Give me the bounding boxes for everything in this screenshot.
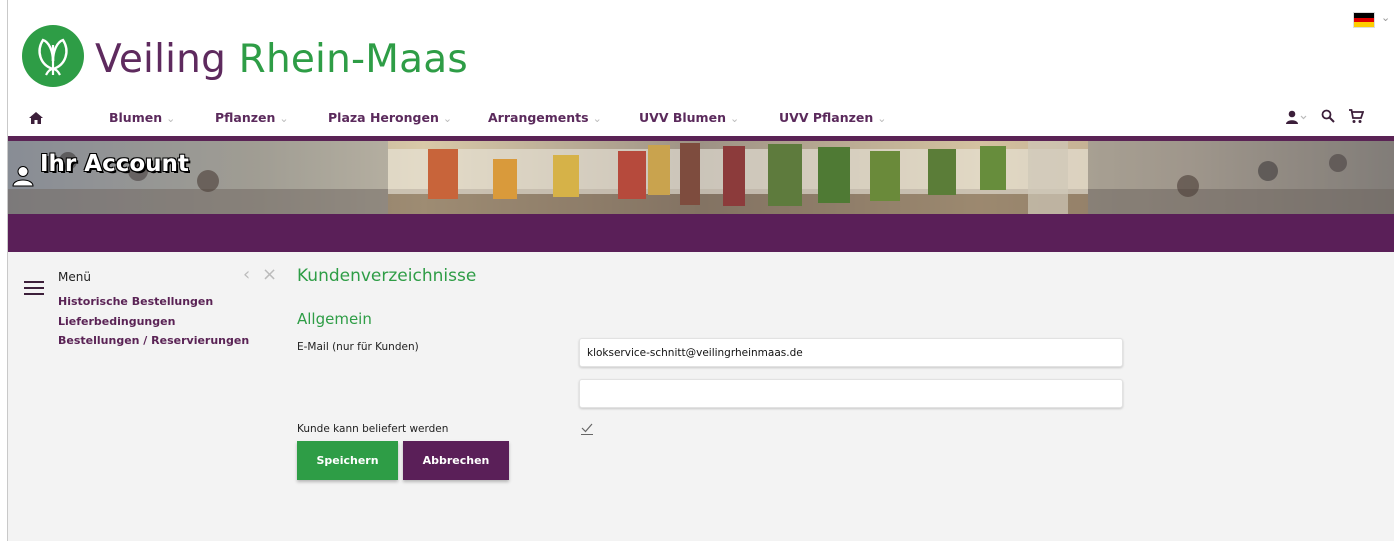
brand-name[interactable]: Veiling Rhein-Maas: [95, 36, 468, 84]
cancel-button[interactable]: Abbrechen: [403, 441, 509, 480]
section-title: Allgemein: [297, 310, 372, 328]
nav-item-label: Pflanzen: [215, 110, 276, 125]
auction-hall-photo: [8, 141, 1394, 214]
chevron-down-icon[interactable]: ⌄: [1381, 11, 1390, 24]
user-icon[interactable]: [1285, 109, 1307, 125]
chevron-left-icon[interactable]: ‹: [243, 264, 250, 285]
email-label: E-Mail (nur für Kunden): [297, 341, 419, 353]
brand-name-part1: Veiling: [95, 37, 227, 82]
cart-icon[interactable]: [1348, 109, 1364, 124]
delivery-label: Kunde kann beliefert werden: [297, 423, 449, 435]
save-button[interactable]: Speichern: [297, 441, 398, 480]
nav-item-label: UVV Blumen: [639, 110, 726, 125]
sidebar-controls: ‹ ×: [243, 264, 277, 285]
main-nav: Blumen ⌄ Pflanzen ⌄ Plaza Herongen ⌄ Arrang…: [8, 106, 1394, 136]
email-field[interactable]: [579, 338, 1123, 367]
flag-germany-icon[interactable]: [1353, 12, 1375, 28]
chevron-down-icon: ⌄: [729, 112, 740, 125]
nav-item-arrangements[interactable]: Arrangements ⌄: [488, 110, 602, 125]
close-icon[interactable]: ×: [262, 264, 277, 285]
sidebar-item-lieferbedingungen[interactable]: Lieferbedingungen: [58, 315, 175, 328]
brand-name-part2: Rhein-Maas: [238, 37, 468, 82]
nav-item-label: UVV Pflanzen: [779, 110, 874, 125]
home-icon[interactable]: [28, 110, 44, 126]
page-banner-title: Ihr Account: [40, 151, 189, 177]
chevron-down-icon: ⌄: [166, 112, 176, 125]
account-banner-image: [8, 141, 1394, 214]
search-icon[interactable]: [1321, 109, 1335, 123]
chevron-down-icon: ⌄: [592, 112, 602, 125]
delivery-checkbox[interactable]: [580, 422, 594, 436]
page-title: Kundenverzeichnisse: [297, 266, 477, 286]
email-secondary-field[interactable]: [579, 379, 1123, 408]
nav-item-pflanzen[interactable]: Pflanzen ⌄: [215, 110, 289, 125]
nav-item-uvv-pflanzen[interactable]: UVV Pflanzen ⌄: [779, 110, 886, 125]
sidebar-item-historische-bestellungen[interactable]: Historische Bestellungen: [58, 295, 213, 308]
nav-item-uvv-blumen[interactable]: UVV Blumen ⌄: [639, 110, 739, 125]
banner-purple-bar: [8, 214, 1394, 252]
nav-item-label: Arrangements: [488, 110, 589, 125]
veiling-logo-icon[interactable]: [22, 25, 84, 87]
sidebar-item-bestellungen-reservierungen[interactable]: Bestellungen / Reservierungen: [58, 334, 249, 347]
chevron-down-icon: ⌄: [442, 112, 453, 125]
chevron-down-icon: ⌄: [877, 112, 887, 125]
nav-item-blumen[interactable]: Blumen ⌄: [109, 110, 175, 125]
hamburger-menu-icon[interactable]: [24, 280, 44, 296]
chevron-down-icon: ⌄: [279, 112, 289, 125]
sidebar-title: Menü: [58, 270, 91, 284]
user-icon: [12, 166, 34, 187]
nav-item-plaza-herongen[interactable]: Plaza Herongen ⌄: [328, 110, 452, 125]
site-header: Veiling Rhein-Maas ⌄ Blumen ⌄ Pflanzen ⌄ P…: [8, 0, 1394, 140]
nav-item-label: Plaza Herongen: [328, 110, 439, 125]
nav-item-label: Blumen: [109, 110, 163, 125]
